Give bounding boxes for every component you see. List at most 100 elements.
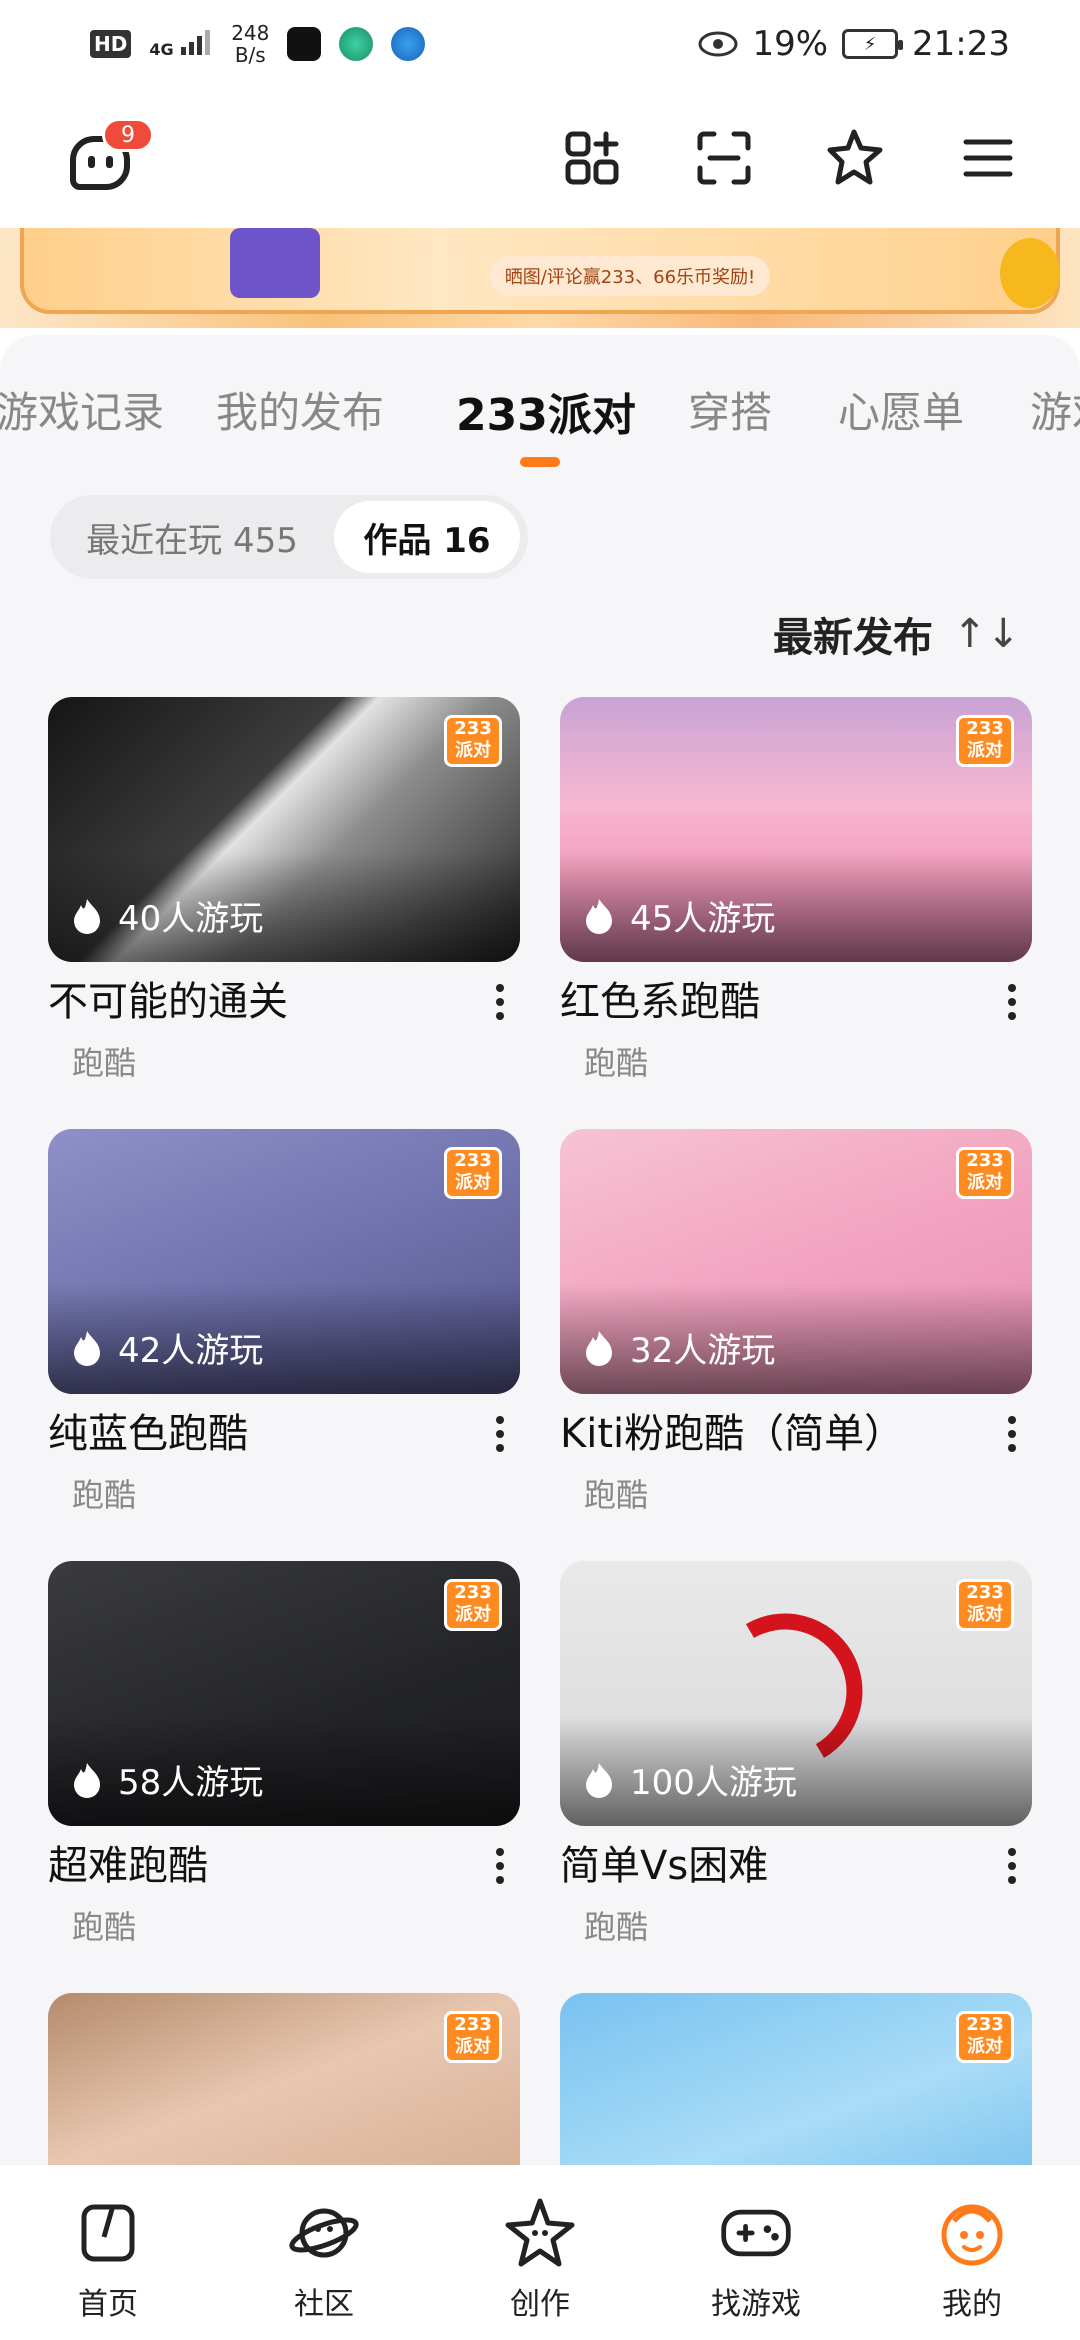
- play-count: 32人游玩: [582, 1323, 775, 1372]
- play-count: 58人游玩: [70, 1755, 263, 1804]
- work-title: 不可能的通关: [48, 979, 288, 1025]
- work-thumbnail[interactable]: 233派对 40人游玩: [48, 697, 520, 962]
- party-logo-badge: 233派对: [956, 715, 1014, 767]
- work-card[interactable]: 233派对: [560, 1993, 1032, 2165]
- nav-community[interactable]: 社区: [244, 2195, 404, 2323]
- apps-grid-button[interactable]: [560, 126, 624, 190]
- work-title-row: 简单Vs困难: [560, 1838, 1032, 1894]
- nav-create-label: 创作: [510, 2287, 570, 2322]
- signal-type: 4G: [149, 40, 174, 59]
- party-logo-badge: 233派对: [956, 2011, 1014, 2063]
- segment-recent-played[interactable]: 最近在玩 455: [50, 501, 334, 573]
- work-thumbnail[interactable]: 233派对: [48, 1993, 520, 2165]
- favorites-button[interactable]: [824, 126, 888, 190]
- more-options-button[interactable]: [992, 974, 1032, 1030]
- menu-button[interactable]: [956, 126, 1020, 190]
- profile-tabs: 游戏记录 我的发布 233派对 穿搭 心愿单 游戏: [0, 365, 1080, 445]
- work-card[interactable]: 233派对 100人游玩 简单Vs困难 跑酷: [560, 1561, 1032, 1993]
- status-bar: HD 4G 248 B/s 19% ⚡ 21:23: [0, 0, 1080, 88]
- flame-icon: [74, 1762, 100, 1798]
- flame-icon: [74, 898, 100, 934]
- segment-works[interactable]: 作品 16: [334, 501, 520, 573]
- work-title: Kiti粉跑酷（简单）: [560, 1411, 905, 1457]
- clock: 21:23: [912, 24, 1010, 64]
- party-logo-text: 233派对: [966, 718, 1004, 761]
- work-thumbnail[interactable]: 233派对 58人游玩: [48, 1561, 520, 1826]
- play-count-text: 58人游玩: [118, 1763, 264, 1803]
- play-count-text: 42人游玩: [118, 1331, 264, 1371]
- flame-icon: [586, 1762, 612, 1798]
- gift-box-image: [230, 228, 320, 298]
- work-tag: 跑酷: [72, 1044, 137, 1082]
- banner-pill-text: 晒图/评论赢233、66乐币奖励!: [490, 256, 770, 296]
- tab-games[interactable]: 游戏: [1030, 379, 1080, 440]
- nav-profile[interactable]: 我的: [892, 2195, 1052, 2323]
- work-card[interactable]: 233派对 42人游玩 纯蓝色跑酷 跑酷: [48, 1129, 520, 1561]
- work-tag: 跑酷: [584, 1044, 649, 1082]
- more-options-button[interactable]: [992, 1406, 1032, 1462]
- party-logo-badge: 233派对: [444, 1579, 502, 1631]
- party-logo-text: 233派对: [454, 1582, 492, 1625]
- battery-charging-icon: ⚡: [842, 29, 904, 59]
- work-title-row: 超难跑酷: [48, 1838, 520, 1894]
- works-grid: 233派对 40人游玩 不可能的通关 跑酷 233派对 45人游玩 红色系跑酷 …: [48, 697, 1032, 2165]
- tab-game-history[interactable]: 游戏记录: [0, 379, 164, 440]
- party-logo-badge: 233派对: [956, 1579, 1014, 1631]
- app-notification-icon: [339, 27, 374, 61]
- star-create-icon: [502, 2195, 578, 2271]
- more-options-button[interactable]: [480, 1406, 520, 1462]
- flame-icon: [586, 1330, 612, 1366]
- play-count-text: 40人游玩: [118, 899, 264, 939]
- bottom-navigation: 首页 社区 创作 找游戏 我的: [0, 2165, 1080, 2340]
- signal-indicator: 4G: [149, 29, 213, 59]
- star-sparkle-icon: [827, 129, 883, 185]
- work-card[interactable]: 233派对 40人游玩 不可能的通关 跑酷: [48, 697, 520, 1129]
- work-thumbnail[interactable]: 233派对 100人游玩: [560, 1561, 1032, 1826]
- hd-indicator: HD: [90, 30, 132, 58]
- sort-control[interactable]: 最新发布 ↑↓: [773, 605, 1020, 663]
- home-icon: [70, 2195, 146, 2271]
- header-actions: [560, 126, 1020, 190]
- tab-my-posts[interactable]: 我的发布: [216, 379, 384, 440]
- work-thumbnail[interactable]: 233派对 45人游玩: [560, 697, 1032, 962]
- work-title-row: 红色系跑酷: [560, 974, 1032, 1030]
- status-right: 19% ⚡ 21:23: [698, 24, 1010, 64]
- scan-button[interactable]: [692, 126, 756, 190]
- nav-profile-label: 我的: [942, 2287, 1002, 2322]
- work-card[interactable]: 233派对 58人游玩 超难跑酷 跑酷: [48, 1561, 520, 1993]
- work-card[interactable]: 233派对 45人游玩 红色系跑酷 跑酷: [560, 697, 1032, 1129]
- signal-bars-icon: [181, 30, 211, 55]
- coin-image: [1000, 238, 1060, 308]
- more-options-button[interactable]: [992, 1838, 1032, 1894]
- promo-banner[interactable]: 晒图/评论赢233、66乐币奖励!: [0, 228, 1080, 328]
- more-options-button[interactable]: [480, 1838, 520, 1894]
- work-card[interactable]: 233派对 32人游玩 Kiti粉跑酷（简单） 跑酷: [560, 1129, 1032, 1561]
- tab-wishlist[interactable]: 心愿单: [838, 379, 964, 440]
- nav-community-label: 社区: [294, 2287, 354, 2322]
- nav-create[interactable]: 创作: [460, 2195, 620, 2323]
- nav-home[interactable]: 首页: [28, 2195, 188, 2323]
- messages-button[interactable]: 9: [60, 118, 154, 198]
- play-count-text: 45人游玩: [630, 899, 776, 939]
- nav-find-games[interactable]: 找游戏: [676, 2195, 836, 2323]
- more-options-button[interactable]: [480, 974, 520, 1030]
- work-thumbnail[interactable]: 233派对 32人游玩: [560, 1129, 1032, 1394]
- work-thumbnail[interactable]: 233派对 42人游玩: [48, 1129, 520, 1394]
- play-count: 100人游玩: [582, 1755, 797, 1804]
- eye-icon: [698, 31, 738, 57]
- tab-233-party[interactable]: 233派对: [456, 379, 636, 443]
- nav-home-label: 首页: [78, 2287, 138, 2322]
- sort-toggle-icon: ↑↓: [952, 611, 1020, 657]
- work-title: 超难跑酷: [48, 1843, 208, 1889]
- work-tag: 跑酷: [584, 1476, 649, 1514]
- chat-eye-left: [88, 156, 95, 168]
- party-logo-text: 233派对: [966, 1582, 1004, 1625]
- scan-icon: [697, 131, 751, 185]
- work-title: 纯蓝色跑酷: [48, 1411, 248, 1457]
- work-card[interactable]: 233派对: [48, 1993, 520, 2165]
- work-tag: 跑酷: [584, 1908, 649, 1946]
- tab-outfits[interactable]: 穿搭: [688, 379, 772, 440]
- network-speed: 248 B/s: [231, 22, 269, 66]
- work-tag: 跑酷: [72, 1476, 137, 1514]
- work-thumbnail[interactable]: 233派对: [560, 1993, 1032, 2165]
